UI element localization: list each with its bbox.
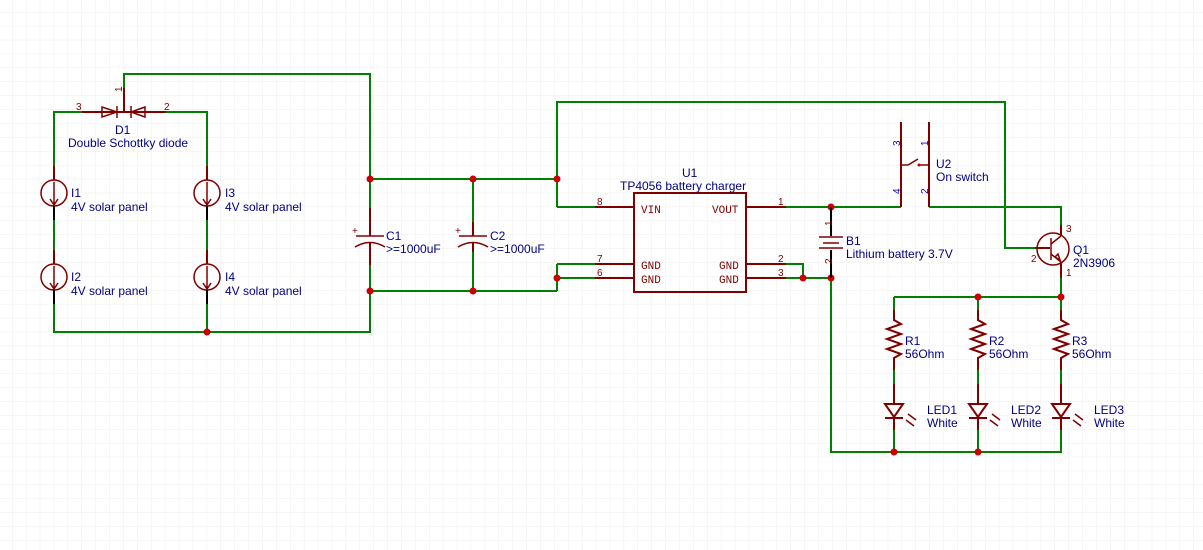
pin-label: 2 [164,102,170,113]
pin-label: 3 [892,140,903,146]
pin-label: 6 [597,268,603,279]
pin-label: 1 [824,220,835,226]
ref-label: I3 [225,186,235,200]
value-label: 2N3906 [1073,256,1115,270]
pin-label: 3 [1066,224,1072,235]
value-label: 4V solar panel [71,284,148,298]
pin-label: 7 [597,254,603,265]
ref-label: Q1 [1073,243,1089,257]
value-label: >=1000uF [386,242,441,256]
ref-label: I2 [71,270,81,284]
polarity-mark: + [455,226,461,237]
pin-label: 1 [778,197,784,208]
value-label: 4V solar panel [71,200,148,214]
value-label: >=1000uF [490,242,545,256]
pin-label: 4 [892,188,903,194]
value-label: On switch [936,170,989,184]
value-label: 4V solar panel [225,200,302,214]
pin-label: 3 [76,102,82,113]
pin-label: 1 [114,86,125,92]
value-label: White [1011,416,1042,430]
value-label: TP4056 battery charger [620,179,746,193]
ref-label: LED1 [927,403,957,417]
pin-label: 8 [597,197,603,208]
ref-label: R3 [1072,334,1088,348]
polarity-mark: + [352,226,358,237]
pin-label: 3 [778,268,784,279]
pin-label: 1 [920,140,931,146]
ref-label: R2 [989,334,1005,348]
ref-label: C1 [386,229,402,243]
ref-label: I1 [71,186,81,200]
value-label: White [927,416,958,430]
value-label: Lithium battery 3.7V [846,247,953,261]
ref-label: LED3 [1094,403,1124,417]
pin-name-gnd: GND [719,261,739,273]
ref-label: I4 [225,270,235,284]
value-label: 56Ohm [989,347,1028,361]
pin-label: 1 [1066,268,1072,279]
value-label: 56Ohm [1072,347,1111,361]
ref-label: C2 [490,229,506,243]
pin-label: 2 [778,254,784,265]
ref-label: D1 [115,123,131,137]
ref-label: U1 [682,166,698,180]
pin-name-gnd: GND [641,261,661,273]
pin-name-vout: VOUT [712,205,739,217]
pin-name-gnd: GND [641,275,661,287]
ref-label: U2 [936,157,952,171]
ref-label: R1 [905,334,921,348]
pin-name-vin: VIN [641,205,661,217]
value-label: Double Schottky diode [68,136,188,150]
pin-label: 2 [824,258,835,264]
pin-label: 2 [1031,254,1037,265]
value-label: 56Ohm [905,347,944,361]
ref-label: B1 [846,234,861,248]
schematic-canvas[interactable]: 1 2 3 D1 Double Schottky diode I1 4V sol… [0,0,1203,550]
pin-name-gnd: GND [719,275,739,287]
ref-label: LED2 [1011,403,1041,417]
pin-label: 2 [920,188,931,194]
value-label: White [1094,416,1125,430]
value-label: 4V solar panel [225,284,302,298]
